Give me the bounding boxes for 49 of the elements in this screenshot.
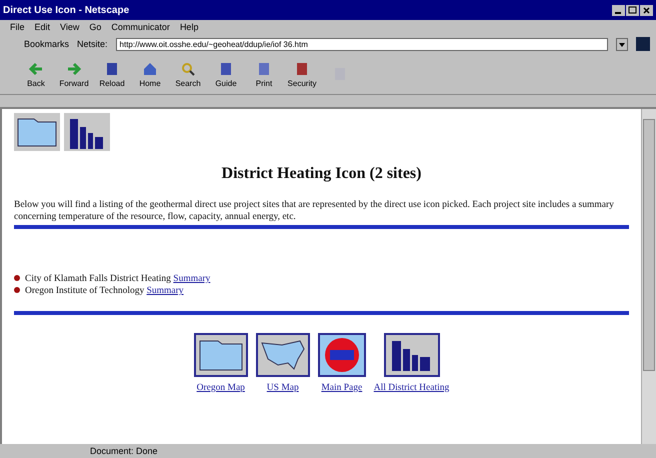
maximize-button[interactable] <box>626 4 639 16</box>
toolbar-button[interactable]: Security <box>286 60 318 88</box>
search-icon <box>180 60 196 76</box>
nav-link[interactable]: Oregon Map <box>196 383 245 393</box>
buildings-icon[interactable] <box>384 333 440 377</box>
menu-item[interactable]: Go <box>89 22 102 32</box>
toolbar-button[interactable]: Guide <box>210 60 242 88</box>
bullet-icon <box>14 287 20 293</box>
toolbar-icon <box>294 60 310 76</box>
nav-link[interactable]: US Map <box>266 383 299 393</box>
close-button[interactable] <box>640 4 653 16</box>
nav-link[interactable]: All District Heating <box>374 383 450 393</box>
menu-item[interactable]: File <box>10 22 25 32</box>
menu-item[interactable]: Edit <box>34 22 50 32</box>
circle-logo-icon[interactable] <box>318 333 366 377</box>
toolbar-button[interactable]: Back <box>20 60 52 88</box>
site-name: City of Klamath Falls District Heating <box>25 274 171 284</box>
toolbar-button[interactable]: Search <box>172 60 204 88</box>
intro-paragraph: Below you will find a listing of the geothermal direct use project sites that are represented by the direct use icon picked. Each project site includes a summary concerning temperature of the resource, flow, capacity, annual energy, etc. <box>14 199 615 223</box>
toolbar-button[interactable]: Reload <box>96 60 128 88</box>
buildings-icon <box>64 113 110 151</box>
arrow-icon <box>28 60 44 76</box>
menu-item[interactable]: Help <box>180 22 198 32</box>
toolbar-icon <box>218 60 234 76</box>
window-title: Direct Use Icon - Netscape <box>3 4 130 16</box>
location-label: Netsite: <box>77 39 108 49</box>
menu-item[interactable]: Communicator <box>111 22 170 32</box>
bullet-icon <box>14 275 20 281</box>
menu-item[interactable]: View <box>60 22 80 32</box>
url-field[interactable]: http://www.oit.osshe.edu/~geoheat/ddup/ie/iof 36.htm <box>116 38 608 50</box>
house-icon <box>142 60 158 76</box>
toolbar-button[interactable]: Home <box>134 60 166 88</box>
site-name: Oregon Institute of Technology <box>25 286 144 296</box>
minimize-button[interactable] <box>612 4 625 16</box>
summary-link[interactable]: Summary <box>146 286 184 296</box>
toolbar-icon <box>256 60 272 76</box>
toolbar-button[interactable]: Forward <box>58 60 90 88</box>
us-map-icon[interactable] <box>256 333 310 377</box>
browser-logo-icon <box>636 37 650 51</box>
status-text: Document: Done <box>90 446 158 456</box>
toolbar-button[interactable]: Print <box>248 60 280 88</box>
page-heading: District Heating Icon (2 sites) <box>220 165 422 183</box>
toolbar-icon <box>104 60 120 76</box>
arrow-icon <box>66 60 82 76</box>
bookmarks-button[interactable]: Bookmarks <box>24 39 70 49</box>
dropdown-button[interactable] <box>616 38 628 50</box>
nav-link[interactable]: Main Page <box>321 383 362 393</box>
summary-link[interactable]: Summary <box>173 274 210 284</box>
scrollbar[interactable] <box>641 109 656 444</box>
